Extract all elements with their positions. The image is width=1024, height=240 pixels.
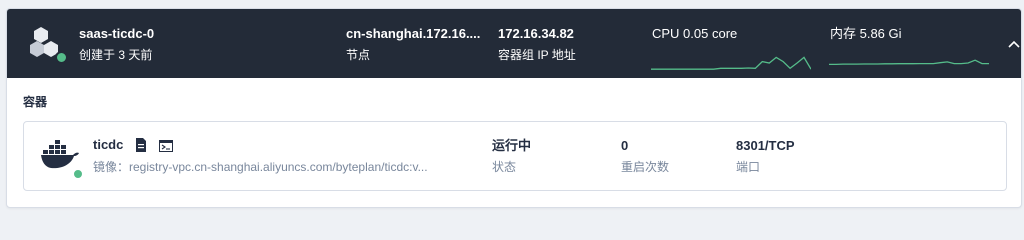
pod-status-dot xyxy=(55,51,68,64)
cpu-usage: CPU 0.05 core xyxy=(652,26,738,41)
status-col: 运行中 状态 xyxy=(492,137,531,176)
container-row[interactable]: ticdc 镜像：registry-vpc.cn-shanghai.aliyun… xyxy=(23,121,1007,191)
pod-ip-col: 172.16.34.82 容器组 IP 地址 xyxy=(498,25,576,64)
pod-name[interactable]: saas-ticdc-0 xyxy=(79,25,154,43)
status-value: 运行中 xyxy=(492,138,532,153)
terminal-icon[interactable] xyxy=(159,139,173,152)
containers-section-title: 容器 xyxy=(23,95,48,109)
collapse-button[interactable] xyxy=(1003,35,1021,53)
container-image: 镜像：registry-vpc.cn-shanghai.aliyuncs.com… xyxy=(93,160,428,174)
memory-metric: 内存 5.86 Gi xyxy=(830,25,902,43)
node-col: cn-shanghai.172.16.... 节点 xyxy=(346,25,486,64)
pod-name-col: saas-ticdc-0 创建于 3 天前 xyxy=(79,25,154,64)
docker-icon xyxy=(41,139,81,171)
port-value: 8301/TCP xyxy=(736,138,795,153)
port-col: 8301/TCP 端口 xyxy=(736,137,795,176)
chevron-up-icon xyxy=(1008,40,1020,48)
node-label: 节点 xyxy=(346,48,371,62)
restarts-label: 重启次数 xyxy=(621,160,670,174)
document-icon[interactable] xyxy=(135,138,147,152)
container-status-dot xyxy=(72,168,84,180)
pod-created: 创建于 3 天前 xyxy=(79,48,153,62)
memory-sparkline xyxy=(829,59,989,66)
port-label: 端口 xyxy=(736,160,761,174)
pod-header[interactable]: saas-ticdc-0 创建于 3 天前 cn-shanghai.172.16… xyxy=(7,9,1021,78)
pod-card: saas-ticdc-0 创建于 3 天前 cn-shanghai.172.16… xyxy=(6,8,1022,208)
cpu-sparkline xyxy=(651,56,811,70)
container-name[interactable]: ticdc xyxy=(93,137,123,152)
pod-ip-label: 容器组 IP 地址 xyxy=(498,48,576,62)
memory-usage: 内存 5.86 Gi xyxy=(830,26,902,41)
status-label: 状态 xyxy=(492,160,517,174)
node-value[interactable]: cn-shanghai.172.16.... xyxy=(346,25,486,43)
restarts-value: 0 xyxy=(621,138,629,153)
pod-ip-value: 172.16.34.82 xyxy=(498,26,574,41)
cpu-metric: CPU 0.05 core xyxy=(652,25,737,43)
restarts-col: 0 重启次数 xyxy=(621,137,669,176)
